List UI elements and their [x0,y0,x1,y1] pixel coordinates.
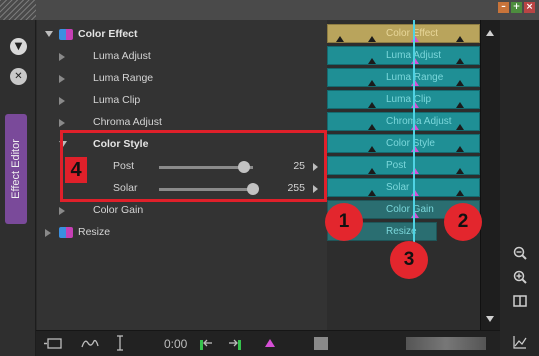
tree-item-color-effect[interactable]: Color Effect [37,24,327,46]
title-bar: – + × [0,0,539,20]
track-label: Post [386,160,407,171]
minimize-button[interactable]: – [498,2,509,13]
horizontal-scrollbar[interactable] [406,337,486,350]
drag-grip[interactable] [0,0,36,20]
highlight-box [60,130,327,202]
zoom-out-icon[interactable] [513,246,527,264]
tree-item-label: Color Effect [78,28,138,40]
bottom-toolbar: 0:00 [36,330,500,356]
keyframe-icon[interactable] [456,124,464,130]
track-label: Resize [386,226,417,237]
keyframe-icon[interactable] [368,168,376,174]
annotation-badge-1: 1 [325,203,363,241]
effect-editor-tab-label: Effect Editor [10,139,22,199]
annotation-badge-3: 3 [390,241,428,279]
keyframe-icon[interactable] [368,102,376,108]
timeline-track-luma-adjust[interactable]: Luma Adjust [327,46,480,65]
tree-item-label: Color Gain [93,204,144,216]
expand-arrow-icon[interactable] [59,97,65,105]
keyframe-icon[interactable] [456,168,464,174]
scroll-handle[interactable] [314,337,328,350]
keyframe-icon[interactable] [336,36,344,42]
graph-icon[interactable] [513,335,527,353]
expand-arrow-icon[interactable] [45,229,51,237]
timeline-track-luma-clip[interactable]: Luma Clip [327,90,480,109]
annotation-number-4: 4 [65,157,87,183]
playhead[interactable] [413,20,415,252]
tree-item-color-gain[interactable]: Color Gain [37,200,327,222]
track-label: Luma Clip [386,94,432,105]
timeline-track-post[interactable]: Post [327,156,480,175]
right-tool-column [500,20,539,356]
collapse-arrow-icon[interactable] [45,31,53,37]
timeline-track-color-effect[interactable]: Color Effect [327,24,480,43]
vertical-scrollbar[interactable] [480,20,500,330]
tree-item-label: Resize [78,226,111,238]
cursor-icon[interactable] [116,335,124,354]
expand-arrow-icon[interactable] [59,119,65,127]
panel-close-button[interactable]: ✕ [10,68,27,85]
scroll-up-icon[interactable] [486,30,494,36]
expand-arrow-icon[interactable] [59,75,65,83]
annotation-badge-2: 2 [444,203,482,241]
timeline-track-solar[interactable]: Solar [327,178,480,197]
add-keyframe-icon[interactable] [265,339,275,347]
tree-item-label: Chroma Adjust [93,116,162,128]
keyframe-icon[interactable] [456,36,464,42]
timeline-track-luma-range[interactable]: Luma Range [327,68,480,87]
tree-item-luma-range[interactable]: Luma Range [37,68,327,90]
tree-item-luma-adjust[interactable]: Luma Adjust [37,46,327,68]
panel-menu-button[interactable]: ▼ [10,38,27,55]
tree-item-label: Luma Clip [93,94,141,106]
timeline-track-color-style[interactable]: Color Style [327,134,480,153]
keyframe-icon[interactable] [456,190,464,196]
close-window-button[interactable]: × [524,2,535,13]
tree-item-label: Luma Range [93,72,154,84]
expand-arrow-icon[interactable] [59,53,65,61]
keyframe-icon[interactable] [368,146,376,152]
effect-editor-tab[interactable]: Effect Editor [5,114,27,224]
keyframe-icon[interactable] [368,190,376,196]
tree-item-label: Luma Adjust [93,50,151,62]
keyframe-icon[interactable] [368,80,376,86]
keyframe-icon[interactable] [368,124,376,130]
keyframe-icon[interactable] [368,36,376,42]
timeline-panel[interactable]: Color Effect Luma Adjust Luma Range Luma… [327,20,480,330]
timecode-display[interactable]: 0:00 [164,337,187,351]
timeline-track-chroma-adjust[interactable]: Chroma Adjust [327,112,480,131]
track-label: Solar [386,182,410,193]
next-keyframe-icon[interactable] [228,338,241,351]
keyframe-icon[interactable] [368,58,376,64]
keyframe-icon[interactable] [456,80,464,86]
monitor-icon[interactable] [44,338,62,352]
curve-icon[interactable] [81,337,99,352]
track-label: Color Gain [386,204,434,215]
tree-item-resize[interactable]: Resize [37,222,327,244]
split-view-icon[interactable] [513,294,527,312]
keyframe-icon[interactable] [456,58,464,64]
effect-editor-window: – + × ▼ ✕ Effect Editor Color Effect Lum… [0,0,539,356]
prev-keyframe-icon[interactable] [200,338,213,351]
tree-item-luma-clip[interactable]: Luma Clip [37,90,327,112]
keyframe-icon[interactable] [456,146,464,152]
window-buttons: – + × [498,2,535,13]
keyframe-icon[interactable] [456,102,464,108]
effect-icon [59,227,73,238]
effect-icon [59,29,73,40]
left-panel-strip: ▼ ✕ Effect Editor [0,20,36,356]
expand-arrow-icon[interactable] [59,207,65,215]
maximize-button[interactable]: + [511,2,522,13]
scroll-down-icon[interactable] [486,316,494,322]
zoom-in-icon[interactable] [513,270,527,288]
